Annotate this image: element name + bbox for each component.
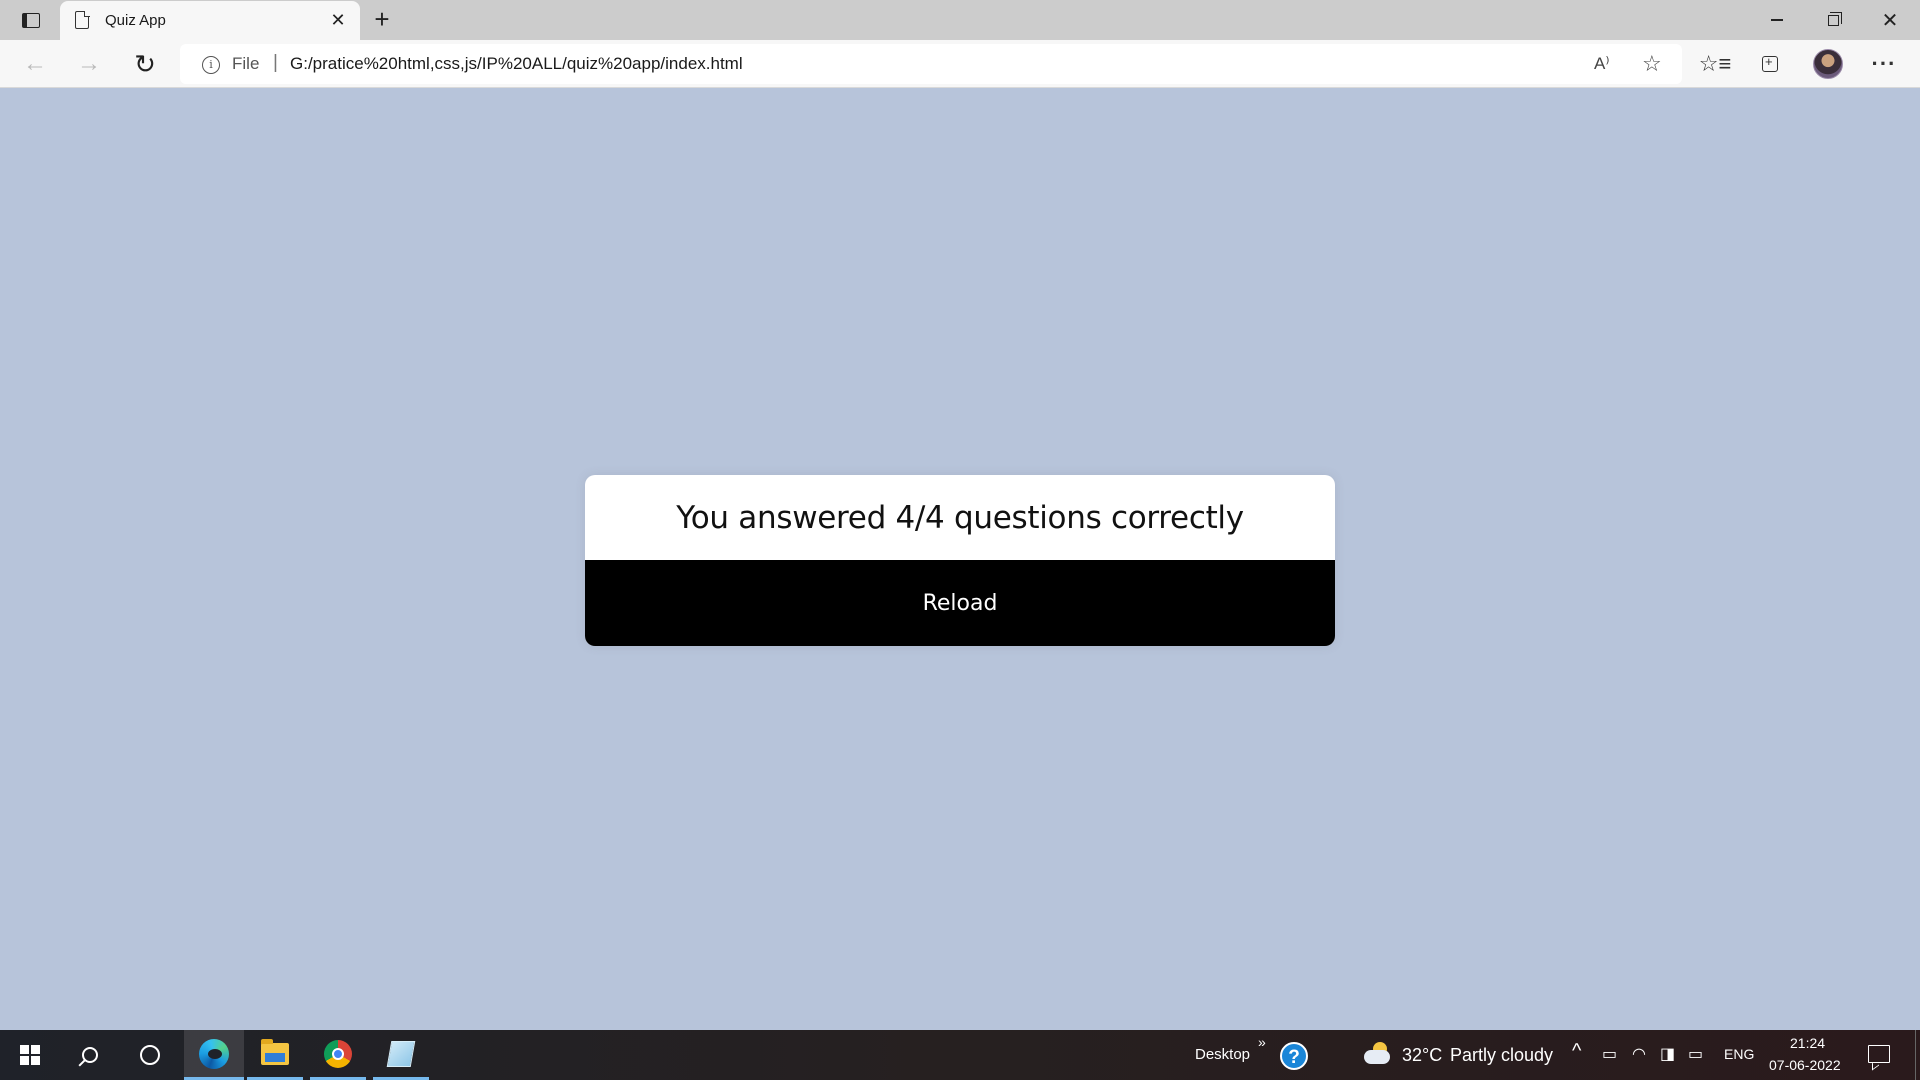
document-icon [75, 10, 90, 29]
network-adapter-icon[interactable]: ▭ [1602, 1044, 1617, 1064]
file-explorer-icon [261, 1038, 289, 1065]
cortana-icon[interactable] [120, 1030, 180, 1080]
scheme-label: File [232, 54, 260, 73]
more-icon[interactable]: ··· [1868, 48, 1900, 80]
language-indicator[interactable]: ENG [1724, 1046, 1754, 1062]
collections-icon[interactable] [1754, 48, 1786, 80]
address-separator: | [273, 52, 278, 73]
help-icon[interactable]: ? [1280, 1042, 1308, 1070]
edge-icon [199, 1038, 229, 1069]
quiz-result-card: You answered 4/4 questions correctly Rel… [585, 475, 1335, 646]
browser-tab-strip: Quiz App ✕ + ✕ [0, 0, 1920, 40]
tab-quiz-app[interactable]: Quiz App ✕ [60, 1, 360, 40]
start-button[interactable] [0, 1030, 60, 1080]
restore-icon[interactable] [1805, 0, 1861, 40]
windows-taskbar: Desktop » ? 32°C Partly cloudy ^ ▭ ◠ ◨ ▭… [0, 1030, 1920, 1080]
battery-icon[interactable]: ▭ [1688, 1044, 1703, 1064]
reload-button[interactable]: Reload [585, 560, 1335, 646]
favorites-icon[interactable]: ☆≡ [1699, 48, 1732, 80]
window-close-icon[interactable]: ✕ [1862, 0, 1918, 40]
reload-icon[interactable]: ↻ [129, 48, 161, 80]
clock-time[interactable]: 21:24 [1790, 1035, 1825, 1051]
read-aloud-icon[interactable]: A⁾ [1594, 54, 1610, 74]
notepad-icon [386, 1040, 416, 1067]
info-icon[interactable]: i [202, 56, 220, 74]
wifi-icon[interactable]: ◠ [1632, 1044, 1646, 1064]
url-text[interactable]: G:/pratice%20html,css,js/IP%20ALL/quiz%2… [290, 54, 743, 74]
tray-overflow-icon[interactable]: ^ [1572, 1040, 1581, 1063]
taskbar-chrome[interactable] [310, 1030, 366, 1080]
windows-logo-icon [20, 1045, 40, 1065]
avatar[interactable] [1813, 49, 1843, 79]
minimize-icon[interactable] [1749, 0, 1805, 40]
volume-icon[interactable]: ◨ [1660, 1044, 1675, 1064]
weather-icon[interactable] [1364, 1042, 1392, 1066]
taskbar-file-explorer[interactable] [247, 1030, 303, 1080]
search-icon[interactable] [60, 1030, 120, 1080]
show-desktop-button[interactable] [1915, 1030, 1916, 1080]
tab-title: Quiz App [105, 12, 166, 29]
weather-description[interactable]: Partly cloudy [1450, 1045, 1553, 1066]
taskbar-notepad[interactable] [373, 1030, 429, 1080]
address-bar[interactable]: i File | G:/pratice%20html,css,js/IP%20A… [180, 44, 1682, 84]
notification-icon[interactable] [1868, 1045, 1890, 1063]
add-favorite-icon[interactable]: ☆ [1642, 51, 1662, 77]
clock-date[interactable]: 07-06-2022 [1769, 1057, 1841, 1073]
desktop-toolbar-label[interactable]: Desktop [1195, 1046, 1250, 1063]
new-tab-plus-icon[interactable]: + [368, 5, 396, 33]
weather-temperature[interactable]: 32°C [1402, 1045, 1442, 1066]
back-arrow-icon[interactable]: ← [19, 48, 51, 80]
tab-close-icon[interactable]: ✕ [328, 10, 348, 30]
forward-arrow-icon[interactable]: → [73, 48, 105, 80]
desktop-chevron-icon[interactable]: » [1258, 1034, 1266, 1050]
result-heading: You answered 4/4 questions correctly [676, 499, 1244, 536]
tab-actions-icon[interactable] [14, 8, 48, 32]
browser-toolbar: ← → ↻ i File | G:/pratice%20html,css,js/… [0, 40, 1920, 88]
chrome-icon [324, 1039, 352, 1068]
taskbar-edge[interactable] [184, 1030, 244, 1080]
page-viewport: You answered 4/4 questions correctly Rel… [0, 89, 1920, 1030]
